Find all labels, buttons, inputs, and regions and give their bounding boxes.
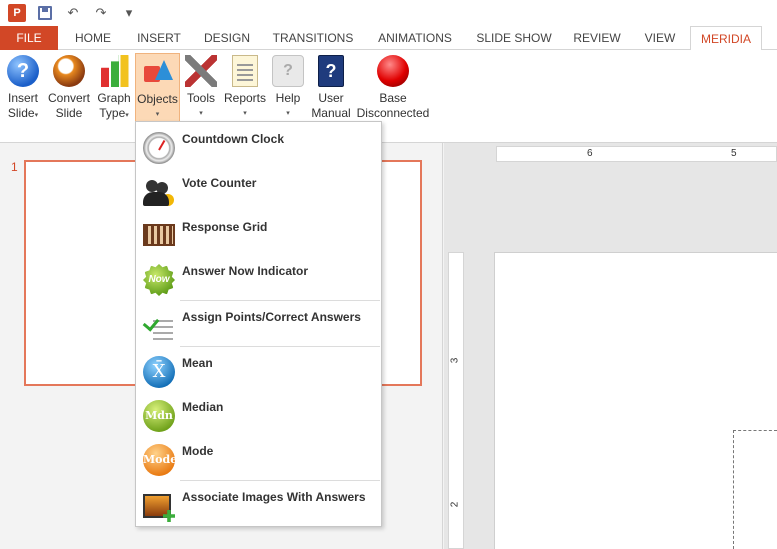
save-button[interactable] <box>36 4 54 22</box>
tab-home[interactable]: HOME <box>62 26 124 50</box>
menu-item-countdown-clock[interactable]: Countdown Clock <box>136 124 381 168</box>
reports-button[interactable]: Reports ▾ <box>222 53 268 129</box>
slide-number: 1 <box>11 160 18 174</box>
people-icon <box>143 176 175 208</box>
shapes-icon <box>142 56 174 88</box>
menu-item-assign-points[interactable]: Assign Points/Correct Answers <box>136 302 381 346</box>
objects-dropdown-menu: Countdown Clock Vote Counter Response Gr… <box>135 121 382 527</box>
menu-item-answer-now-indicator[interactable]: Now Answer Now Indicator <box>136 256 381 300</box>
menu-item-vote-counter[interactable]: Vote Counter <box>136 168 381 212</box>
ribbon-tabs: FILE HOME INSERT DESIGN TRANSITIONS ANIM… <box>0 26 777 51</box>
tab-animations[interactable]: ANIMATIONS <box>368 26 462 50</box>
checklist-icon <box>143 310 175 342</box>
stopwatch-icon <box>143 132 175 164</box>
chevron-down-icon: ▾ <box>286 110 290 117</box>
horizontal-ruler: 6 5 <box>496 146 777 162</box>
title-bar: P ↶ ↷ ▾ <box>0 0 777 26</box>
save-icon <box>38 6 52 20</box>
ruler-mark: 5 <box>731 148 737 159</box>
ruler-mark: 6 <box>587 148 593 159</box>
manual-icon: ? <box>318 55 344 87</box>
objects-button[interactable]: Objects ▾ <box>135 53 180 125</box>
now-badge-icon: Now <box>143 264 175 296</box>
convert-slide-button[interactable]: Convert Slide <box>46 53 92 129</box>
menu-item-median[interactable]: Mdn Median <box>136 392 381 436</box>
image-add-icon <box>143 494 171 518</box>
tools-button[interactable]: Tools ▾ <box>183 53 219 129</box>
tab-file[interactable]: FILE <box>0 26 58 50</box>
status-red-icon <box>377 55 409 87</box>
ruler-mark: 2 <box>449 501 461 508</box>
ribbon: ? Insert Slide▾ Convert Slide Graph Type… <box>0 50 777 143</box>
mean-icon: X̄ <box>143 356 175 388</box>
tab-view[interactable]: VIEW <box>634 26 686 50</box>
graph-type-button[interactable]: Graph Type▾ <box>95 53 133 129</box>
grid-icon <box>143 224 175 246</box>
powerpoint-logo-icon[interactable]: P <box>8 4 26 22</box>
undo-button[interactable]: ↶ <box>64 4 82 22</box>
tab-transitions[interactable]: TRANSITIONS <box>268 26 358 50</box>
chevron-down-icon: ▾ <box>243 110 247 117</box>
tab-insert[interactable]: INSERT <box>128 26 190 50</box>
bar-chart-icon <box>98 55 130 87</box>
tab-design[interactable]: DESIGN <box>196 26 258 50</box>
tools-icon <box>185 55 217 87</box>
mode-icon: Mode <box>143 444 177 476</box>
customize-toolbar-button[interactable]: ▾ <box>120 4 138 22</box>
tab-meridia[interactable]: MERIDIA <box>690 26 762 51</box>
badge-icon <box>162 194 174 206</box>
base-status-button[interactable]: Base Disconnected <box>356 53 430 129</box>
vertical-ruler: 3 2 <box>448 252 464 549</box>
chevron-down-icon: ▾ <box>155 111 160 118</box>
insert-slide-button[interactable]: ? Insert Slide▾ <box>3 53 43 129</box>
user-manual-button[interactable]: ? User Manual <box>309 53 353 129</box>
chevron-down-icon: ▾ <box>34 112 39 119</box>
menu-item-mode[interactable]: Mode Mode <box>136 436 381 480</box>
content-placeholder[interactable] <box>733 430 777 549</box>
median-icon: Mdn <box>143 400 175 432</box>
help-button[interactable]: ? Help ▾ <box>271 53 305 129</box>
menu-item-response-grid[interactable]: Response Grid <box>136 212 381 256</box>
menu-separator <box>180 480 380 481</box>
report-icon <box>232 55 258 87</box>
help-bubble-icon: ? <box>272 55 304 87</box>
convert-icon <box>53 55 85 87</box>
tab-review[interactable]: REVIEW <box>566 26 628 50</box>
tab-slide-show[interactable]: SLIDE SHOW <box>472 26 556 50</box>
question-icon: ? <box>7 55 39 87</box>
chevron-down-icon: ▾ <box>199 110 203 117</box>
menu-item-associate-images[interactable]: Associate Images With Answers <box>136 482 381 526</box>
ruler-mark: 3 <box>449 357 461 364</box>
menu-item-mean[interactable]: X̄ Mean <box>136 348 381 392</box>
insert-slide-label: Insert <box>7 91 38 105</box>
chevron-down-icon: ▾ <box>125 112 129 119</box>
menu-separator <box>180 300 380 301</box>
menu-separator <box>180 346 380 347</box>
redo-button[interactable]: ↷ <box>92 4 110 22</box>
